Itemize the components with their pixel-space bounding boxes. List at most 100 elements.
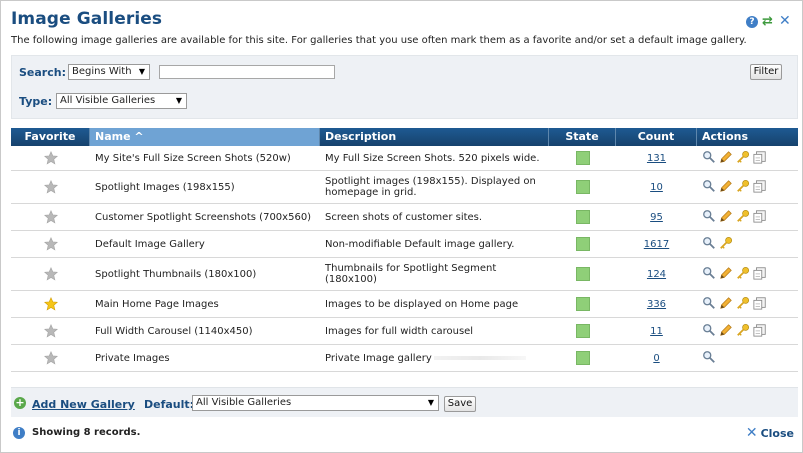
table-row: Full Width Carousel (1140x450) Images for… xyxy=(11,318,798,345)
refresh-icon[interactable]: ⇄ xyxy=(762,15,775,28)
favorite-star-icon[interactable] xyxy=(11,210,90,224)
page-subtitle: The following image galleries are availa… xyxy=(11,35,747,46)
key-icon[interactable] xyxy=(736,179,750,196)
count-cell: 336 xyxy=(616,299,697,310)
state-cell xyxy=(549,210,616,224)
copy-icon[interactable] xyxy=(753,296,767,313)
state-active-indicator[interactable] xyxy=(575,324,590,338)
count-link[interactable]: 0 xyxy=(653,353,659,364)
edit-icon[interactable] xyxy=(719,266,733,283)
key-icon[interactable] xyxy=(736,266,750,283)
close-button[interactable]: ✕ Close xyxy=(746,425,794,441)
state-active-indicator[interactable] xyxy=(575,267,590,281)
save-button[interactable]: Save xyxy=(444,396,476,412)
favorite-star-active-icon[interactable] xyxy=(11,297,90,311)
key-icon[interactable] xyxy=(719,236,733,253)
count-link[interactable]: 95 xyxy=(650,212,663,223)
edit-icon[interactable] xyxy=(719,150,733,167)
default-gallery-select[interactable]: All Visible Galleries ▼ xyxy=(192,395,439,411)
view-icon[interactable] xyxy=(702,296,716,313)
view-icon[interactable] xyxy=(702,150,716,167)
chevron-down-icon: ▼ xyxy=(138,67,145,76)
page-title: Image Galleries xyxy=(11,9,163,29)
state-active-indicator[interactable] xyxy=(575,297,590,311)
copy-icon[interactable] xyxy=(753,266,767,283)
filter-button[interactable]: Filter xyxy=(750,64,782,80)
state-active-indicator[interactable] xyxy=(575,351,590,365)
gallery-name: My Site's Full Size Screen Shots (520w) xyxy=(95,152,291,164)
count-link[interactable]: 1617 xyxy=(644,239,669,250)
table-row: Default Image Gallery Non-modifiable Defa… xyxy=(11,231,798,258)
count-link[interactable]: 11 xyxy=(650,326,663,337)
gallery-name: Default Image Gallery xyxy=(95,238,205,250)
copy-icon[interactable] xyxy=(753,150,767,167)
count-link[interactable]: 131 xyxy=(647,153,666,164)
search-input[interactable] xyxy=(159,65,335,79)
edit-icon[interactable] xyxy=(719,323,733,340)
view-icon[interactable] xyxy=(702,350,716,367)
gallery-description: Thumbnails for Spotlight Segment (180x10… xyxy=(320,263,549,285)
col-state[interactable]: State xyxy=(549,128,616,146)
key-icon[interactable] xyxy=(736,296,750,313)
state-active-indicator[interactable] xyxy=(575,151,590,165)
favorite-star-icon[interactable] xyxy=(11,237,90,251)
search-mode-value: Begins With xyxy=(72,66,132,77)
add-new-gallery-link[interactable]: Add New Gallery xyxy=(32,398,135,411)
state-cell xyxy=(549,180,616,194)
dialog-header: Image Galleries The following image gall… xyxy=(11,9,792,49)
state-active-indicator[interactable] xyxy=(575,237,590,251)
gallery-description: Non-modifiable Default image gallery. xyxy=(320,239,549,250)
count-link[interactable]: 124 xyxy=(647,269,666,280)
count-link[interactable]: 336 xyxy=(647,299,666,310)
state-active-indicator[interactable] xyxy=(575,180,590,194)
copy-icon[interactable] xyxy=(753,323,767,340)
table-row: Main Home Page Images Images to be displa… xyxy=(11,291,798,318)
galleries-table: Favorite Name ^ Description State Count … xyxy=(11,128,798,372)
gallery-description: Private Image gallery xyxy=(320,353,549,364)
favorite-star-icon[interactable] xyxy=(11,324,90,338)
edit-icon[interactable] xyxy=(719,296,733,313)
favorite-star-icon[interactable] xyxy=(11,267,90,281)
view-icon[interactable] xyxy=(702,266,716,283)
favorite-star-icon[interactable] xyxy=(11,351,90,365)
state-cell xyxy=(549,267,616,281)
filter-panel: Search: Begins With ▼ Filter Type: All V… xyxy=(11,55,798,119)
state-cell xyxy=(549,324,616,338)
help-icon[interactable]: ? xyxy=(746,15,758,28)
col-description[interactable]: Description xyxy=(320,128,549,146)
gallery-description: Images to be displayed on Home page xyxy=(320,299,549,310)
count-link[interactable]: 10 xyxy=(650,182,663,193)
key-icon[interactable] xyxy=(736,209,750,226)
gallery-description-text: Thumbnails for Spotlight Segment (180x10… xyxy=(325,263,497,285)
view-icon[interactable] xyxy=(702,179,716,196)
info-icon: i xyxy=(13,427,25,439)
favorite-star-icon[interactable] xyxy=(11,180,90,194)
col-favorite[interactable]: Favorite xyxy=(11,128,90,146)
favorite-star-icon[interactable] xyxy=(11,151,90,165)
add-icon[interactable]: + xyxy=(14,397,26,409)
gallery-description: My Full Size Screen Shots. 520 pixels wi… xyxy=(320,153,549,164)
close-icon[interactable]: ✕ xyxy=(779,14,792,28)
key-icon[interactable] xyxy=(736,150,750,167)
col-name[interactable]: Name ^ xyxy=(90,128,320,146)
key-icon[interactable] xyxy=(736,323,750,340)
gallery-description-text: Images for full width carousel xyxy=(325,325,474,337)
gallery-name: Spotlight Images (198x155) xyxy=(95,181,235,193)
view-icon[interactable] xyxy=(702,209,716,226)
copy-icon[interactable] xyxy=(753,179,767,196)
actions-cell xyxy=(697,296,798,313)
col-count[interactable]: Count xyxy=(616,128,697,146)
table-header: Favorite Name ^ Description State Count … xyxy=(11,128,798,146)
chevron-down-icon: ▼ xyxy=(175,96,182,105)
edit-icon[interactable] xyxy=(719,179,733,196)
search-mode-select[interactable]: Begins With ▼ xyxy=(68,64,150,80)
status-bar: i Showing 8 records. ✕ Close xyxy=(11,425,798,443)
copy-icon[interactable] xyxy=(753,209,767,226)
view-icon[interactable] xyxy=(702,323,716,340)
state-active-indicator[interactable] xyxy=(575,210,590,224)
default-label: Default: xyxy=(144,398,195,411)
edit-icon[interactable] xyxy=(719,209,733,226)
view-icon[interactable] xyxy=(702,236,716,253)
type-select[interactable]: All Visible Galleries ▼ xyxy=(56,93,187,109)
table-row: Private Images Private Image gallery 0 xyxy=(11,345,798,372)
